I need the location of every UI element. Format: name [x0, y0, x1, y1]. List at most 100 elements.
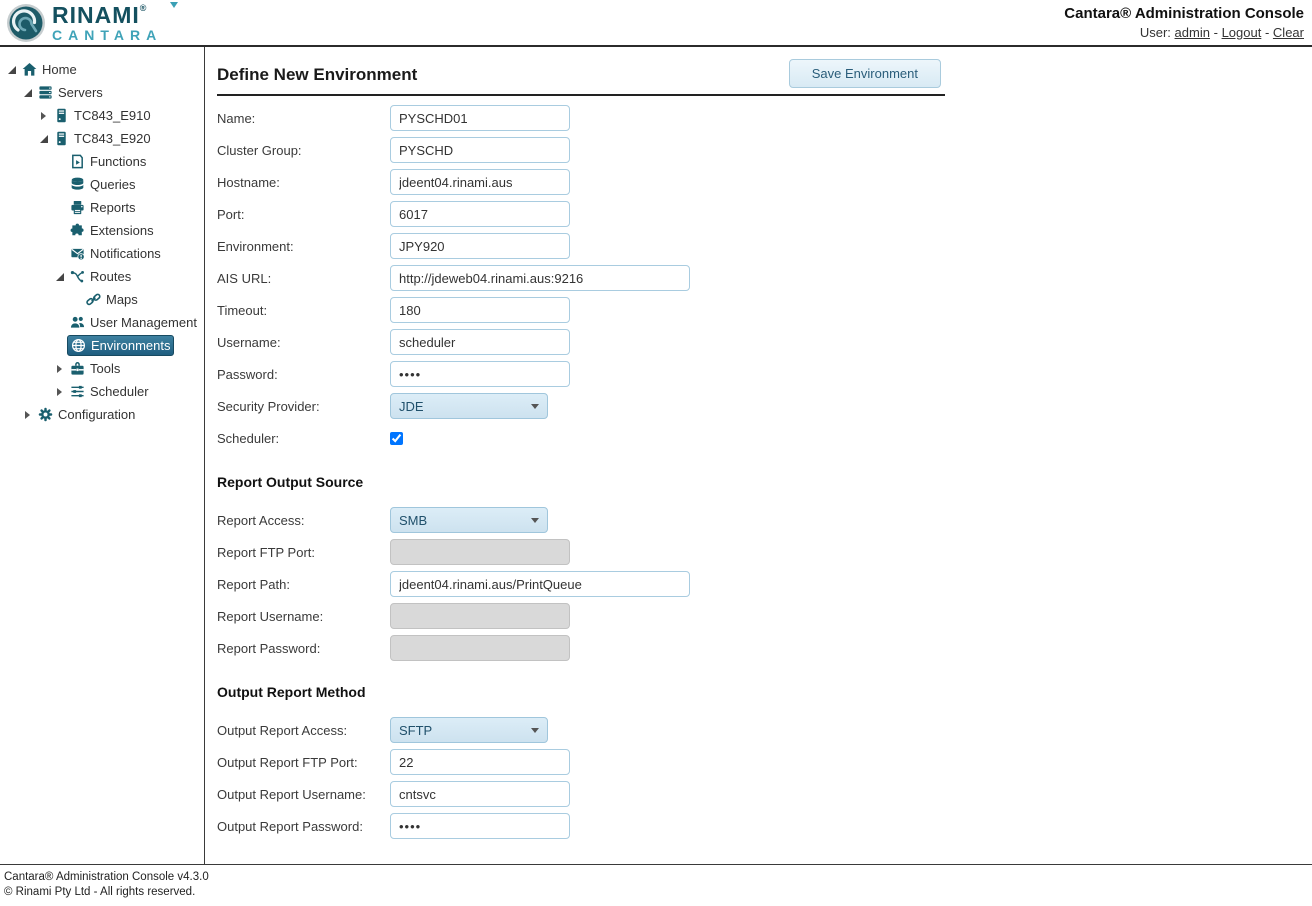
clear-link[interactable]: Clear [1273, 25, 1304, 40]
selected-option-label: JDE [399, 399, 424, 414]
scheduler-checkbox[interactable] [390, 432, 403, 445]
sidebar-item-label: Configuration [58, 407, 135, 422]
sidebar-item-label: Scheduler [90, 384, 149, 399]
sidebar-item-label: TC843_E910 [74, 108, 151, 123]
sidebar-item-reports[interactable]: Reports [0, 196, 204, 219]
environment-form: Name: Cluster Group: Hostname: Port: Environ… [217, 102, 945, 842]
cluster-group-input[interactable] [390, 137, 570, 163]
name-input[interactable] [390, 105, 570, 131]
tree-expand-icon[interactable] [24, 89, 32, 97]
report-access-label: Report Access: [217, 513, 390, 528]
sidebar-item-queries[interactable]: Queries [0, 173, 204, 196]
output-report-ftp-port-input[interactable] [390, 749, 570, 775]
form-row: Timeout: [217, 294, 945, 326]
chevron-down-icon [531, 404, 539, 413]
form-row: Output Report FTP Port: [217, 746, 945, 778]
sidebar-item-extensions[interactable]: Extensions [0, 219, 204, 242]
sidebar-item-functions[interactable]: Functions [0, 150, 204, 173]
output-report-access-label: Output Report Access: [217, 723, 390, 738]
sidebar-item-environments[interactable]: Environments [0, 334, 204, 357]
ais-url-input[interactable] [390, 265, 690, 291]
report-username-input [390, 603, 570, 629]
sidebar-item-label: Maps [106, 292, 138, 307]
sidebar-item-label: Queries [90, 177, 136, 192]
report-path-input[interactable] [390, 571, 690, 597]
sidebar-item-tc843-e920[interactable]: TC843_E920 [0, 127, 204, 150]
server-icon [54, 131, 71, 147]
app-header: RINAMI® CANTARA Cantara® Administration … [0, 0, 1312, 47]
logout-link[interactable]: Logout [1222, 25, 1262, 40]
username-input[interactable] [390, 329, 570, 355]
tree-collapse-icon[interactable] [25, 411, 34, 419]
scheduler-label: Scheduler: [217, 431, 390, 446]
tree-expand-icon[interactable] [40, 135, 48, 143]
form-row: Security Provider:JDE [217, 390, 945, 422]
environment-label: Environment: [217, 239, 390, 254]
output-report-username-input[interactable] [390, 781, 570, 807]
separator: - [1265, 25, 1269, 40]
sidebar-item-tc843-e910[interactable]: TC843_E910 [0, 104, 204, 127]
user-management-icon [70, 315, 87, 331]
sidebar-item-maps[interactable]: Maps [0, 288, 204, 311]
sidebar-item-tools[interactable]: Tools [0, 357, 204, 380]
sidebar-item-label: Tools [90, 361, 120, 376]
tree-expand-icon[interactable] [56, 273, 64, 281]
cluster-group-label: Cluster Group: [217, 143, 390, 158]
form-row: Name: [217, 102, 945, 134]
tree-collapse-icon[interactable] [57, 388, 66, 396]
save-environment-button[interactable]: Save Environment [789, 59, 941, 88]
timeout-input[interactable] [390, 297, 570, 323]
gear-icon [38, 407, 55, 423]
queries-icon [70, 177, 87, 193]
form-row: Output Report Password: [217, 810, 945, 842]
sidebar-item-home[interactable]: Home [0, 58, 204, 81]
sidebar-item-label: TC843_E920 [74, 131, 151, 146]
selected-option-label: SMB [399, 513, 427, 528]
form-row: Report FTP Port: [217, 536, 945, 568]
password-input[interactable] [390, 361, 570, 387]
form-row: Environment: [217, 230, 945, 262]
sidebar-item-notifications[interactable]: Notifications [0, 242, 204, 265]
output-report-access-select[interactable]: SFTP [390, 717, 548, 743]
home-icon [22, 62, 39, 78]
navigation-tree: Home Servers TC843_E910 TC843_E920 Functions… [0, 47, 205, 864]
port-input[interactable] [390, 201, 570, 227]
sidebar-item-label: Notifications [90, 246, 161, 261]
logo-triangle-accent-icon [170, 2, 178, 12]
form-row: Password: [217, 358, 945, 390]
sidebar-item-label: User Management [90, 315, 197, 330]
report-access-select[interactable]: SMB [390, 507, 548, 533]
security-provider-select[interactable]: JDE [390, 393, 548, 419]
app-footer: Cantara® Administration Console v4.3.0 ©… [0, 864, 1312, 906]
sidebar-item-label: Home [42, 62, 77, 77]
report-path-label: Report Path: [217, 577, 390, 592]
form-row: Report Access: SMB [217, 504, 945, 536]
selected-option-label: SFTP [399, 723, 432, 738]
form-row: Report Username: [217, 600, 945, 632]
sidebar-item-label: Routes [90, 269, 131, 284]
environment-input[interactable] [390, 233, 570, 259]
sidebar-item-scheduler[interactable]: Scheduler [0, 380, 204, 403]
ais-url-label: AIS URL: [217, 271, 390, 286]
sidebar-item-configuration[interactable]: Configuration [0, 403, 204, 426]
sidebar-item-servers[interactable]: Servers [0, 81, 204, 104]
user-name-link[interactable]: admin [1175, 25, 1210, 40]
tree-collapse-icon[interactable] [41, 112, 50, 120]
server-icon [54, 108, 71, 124]
output-report-password-input[interactable] [390, 813, 570, 839]
name-label: Name: [217, 111, 390, 126]
sidebar-item-user-management[interactable]: User Management [0, 311, 204, 334]
scheduler-icon [70, 384, 87, 400]
form-row: Cluster Group: [217, 134, 945, 166]
hostname-input[interactable] [390, 169, 570, 195]
sidebar-item-label: Servers [58, 85, 103, 100]
output-report-password-label: Output Report Password: [217, 819, 390, 834]
sidebar-item-routes[interactable]: Routes [0, 265, 204, 288]
tree-collapse-icon[interactable] [57, 365, 66, 373]
sidebar-item-label: Functions [90, 154, 146, 169]
chevron-down-icon [531, 518, 539, 527]
tree-expand-icon[interactable] [8, 66, 16, 74]
hostname-label: Hostname: [217, 175, 390, 190]
port-label: Port: [217, 207, 390, 222]
routes-icon [70, 269, 87, 285]
